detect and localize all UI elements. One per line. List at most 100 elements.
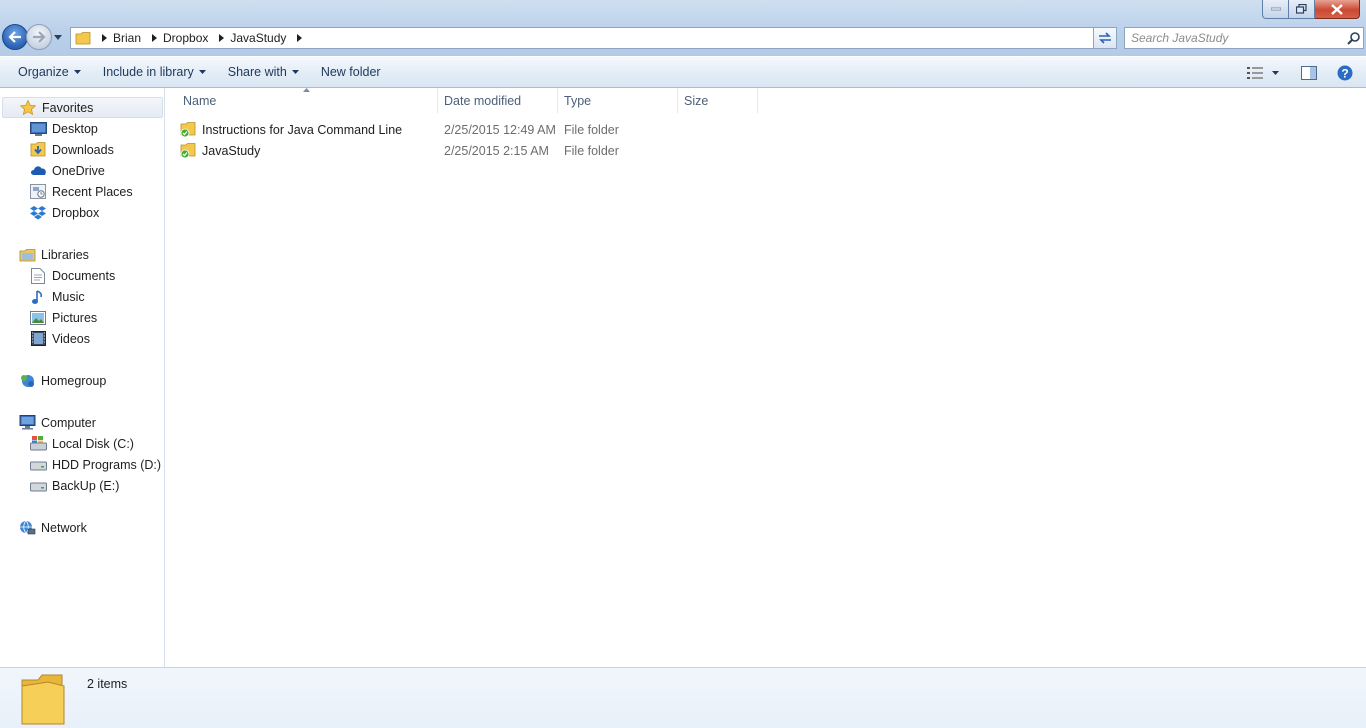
nav-label: Favorites [42,100,94,115]
window-controls [1262,0,1360,19]
hard-drive-icon [29,478,47,494]
more-views-button[interactable] [1268,61,1282,85]
search-box[interactable] [1124,27,1364,49]
desktop-icon [29,121,47,137]
forward-button[interactable] [26,24,52,50]
include-in-library-label: Include in library [102,65,194,79]
nav-documents[interactable]: Documents [29,265,115,286]
star-icon [19,100,37,116]
nav-label: Music [52,289,85,304]
preview-pane-button[interactable] [1296,61,1322,85]
chevron-down-icon [1271,70,1279,75]
address-bar[interactable]: Brian Dropbox JavaStudy [70,27,1116,49]
nav-label: Desktop [52,121,98,136]
nav-label: Local Disk (C:) [52,436,134,451]
nav-label: Pictures [52,310,98,325]
preview-pane-icon [1301,65,1317,80]
restore-button[interactable] [1289,0,1315,19]
synced-folder-icon [180,143,198,159]
nav-music[interactable]: Music [29,286,85,307]
details-pane: 2 items [0,667,1366,728]
nav-label: BackUp (E:) [52,478,120,493]
nav-label: Dropbox [52,205,100,220]
nav-label: OneDrive [52,163,105,178]
picture-icon [29,310,47,326]
arrow-left-icon [8,31,21,43]
nav-downloads[interactable]: Downloads [29,139,114,160]
share-with-button[interactable]: Share with [217,60,310,84]
search-input[interactable] [1125,29,1343,47]
nav-favorites[interactable]: Favorites [2,97,163,118]
share-with-label: Share with [227,65,287,79]
folder-icon [21,674,65,725]
chevron-right-icon[interactable] [145,34,163,42]
minimize-button[interactable] [1262,0,1289,19]
nav-libraries[interactable]: Libraries [18,244,89,265]
breadcrumb-item[interactable]: JavaStudy [230,31,290,45]
nav-dropbox[interactable]: Dropbox [29,202,99,223]
recent-places-icon [29,184,47,200]
nav-desktop[interactable]: Desktop [29,118,98,139]
navigation-buttons [2,24,64,50]
chevron-right-icon[interactable] [95,34,113,42]
new-folder-label: New folder [320,65,381,79]
column-header-label: Date modified [444,93,522,108]
synced-folder-icon [180,122,198,138]
nav-label: Documents [52,268,116,283]
nav-videos[interactable]: Videos [29,328,90,349]
breadcrumb: Brian Dropbox JavaStudy [95,28,308,48]
view-controls: ? [1242,57,1366,88]
file-row[interactable]: JavaStudy 2/25/2015 2:15 AM File folder [180,140,619,161]
back-button[interactable] [2,24,28,50]
column-header-type[interactable]: Type [558,88,678,113]
nav-local-disk-c[interactable]: Local Disk (C:) [29,433,134,454]
column-header-label: Size [684,93,709,108]
nav-network[interactable]: Network [18,517,87,538]
file-name: Instructions for Java Command Line [202,122,403,137]
folder-icon [71,31,95,45]
organize-label: Organize [18,65,69,79]
nav-onedrive[interactable]: OneDrive [29,160,105,181]
column-header-date-modified[interactable]: Date modified [438,88,558,113]
nav-backup-e[interactable]: BackUp (E:) [29,475,119,496]
chevron-down-icon [291,70,299,74]
include-in-library-button[interactable]: Include in library [92,60,217,84]
new-folder-button[interactable]: New folder [310,60,392,84]
chevron-right-icon[interactable] [212,34,230,42]
chevron-down-icon [73,70,81,74]
file-type: File folder [564,122,619,137]
close-icon [1331,3,1343,15]
hard-drive-icon [29,457,47,473]
search-icon[interactable] [1343,31,1363,45]
refresh-icon [1099,32,1111,44]
item-count: 2 items [87,677,128,691]
file-list: Name Date modified Type Size Instruction… [166,88,1366,667]
nav-pictures[interactable]: Pictures [29,307,97,328]
file-type: File folder [564,143,619,158]
nav-recent-places[interactable]: Recent Places [29,181,133,202]
nav-label: Computer [41,415,96,430]
music-note-icon [29,289,47,305]
nav-label: Homegroup [41,373,107,388]
close-button[interactable] [1315,0,1360,19]
column-header-size[interactable]: Size [678,88,758,113]
refresh-button[interactable] [1093,27,1117,49]
help-button[interactable]: ? [1332,61,1358,85]
breadcrumb-item[interactable]: Brian [113,31,145,45]
dropbox-icon [29,205,47,221]
nav-computer[interactable]: Computer [18,412,96,433]
organize-button[interactable]: Organize [7,60,92,84]
nav-homegroup[interactable]: Homegroup [18,370,106,391]
chevron-right-icon[interactable] [290,34,308,42]
file-date-modified: 2/25/2015 12:49 AM [444,122,556,137]
cloud-icon [29,163,47,179]
change-view-button[interactable] [1242,61,1268,85]
navigation-pane: Favorites Desktop Downloads OneDrive Rec… [0,88,165,667]
file-row[interactable]: Instructions for Java Command Line 2/25/… [180,119,619,140]
nav-hdd-programs-d[interactable]: HDD Programs (D:) [29,454,161,475]
chevron-down-icon [198,70,206,74]
breadcrumb-item[interactable]: Dropbox [163,31,212,45]
nav-label: Network [41,520,87,535]
recent-pages-button[interactable] [52,24,64,50]
homegroup-icon [18,373,36,389]
